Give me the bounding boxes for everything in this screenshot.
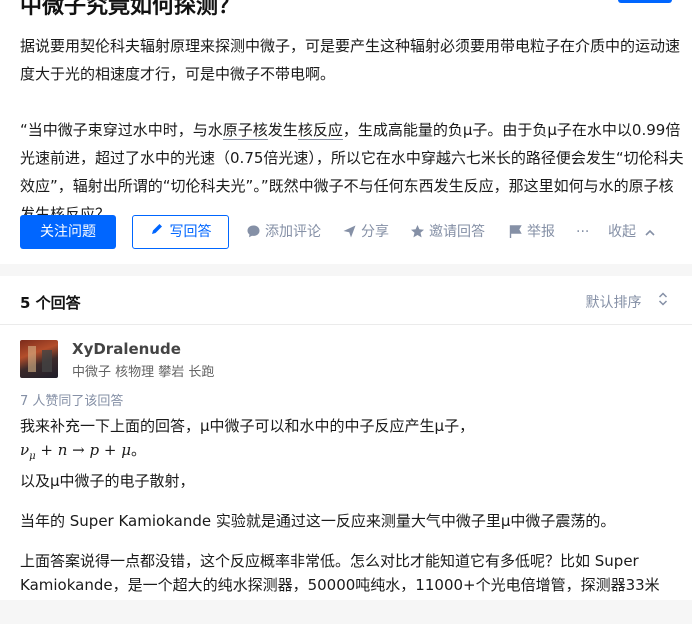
sort-chevron-icon: [658, 292, 668, 307]
question-card: 中微子究竟如何探测？ 据说要用契伦科夫辐射原理来探测中微子，可是要产生这种辐射必…: [0, 0, 692, 264]
invite-answer-label: 邀请回答: [429, 224, 485, 240]
share-icon: [343, 225, 356, 238]
answers-card: 5 个回答 默认排序 XyDralenude 中微子 核物理 攀岩 长跑 7 人…: [0, 276, 692, 624]
answer-paragraph: 我来补充一下上面的回答，μ中微子可以和水中的中子反应产生μ子，: [20, 417, 475, 435]
answer-count: 5 个回答: [20, 294, 81, 312]
formula-rest: + n → p + μ: [35, 441, 131, 459]
answer-paragraph: 以及μ中微子的电子散射，: [20, 472, 195, 490]
question-body: 据说要用契伦科夫辐射原理来探测中微子，可是要产生这种辐射必须要用带电粒子在介质中…: [20, 32, 686, 228]
add-comment-label: 添加评论: [265, 224, 321, 240]
answer-formula: νμ + n → p + μ。: [20, 438, 680, 469]
formula-end: 。: [130, 441, 146, 459]
answer-content: 我来补充一下上面的回答，μ中微子可以和水中的中子反应产生μ子， νμ + n →…: [20, 414, 680, 621]
avatar[interactable]: [20, 340, 58, 378]
author-bio: 中微子 核物理 攀岩 长跑: [72, 365, 215, 380]
topic-link-nucleus[interactable]: 原子核: [222, 121, 268, 140]
report-label: 举报: [527, 224, 555, 240]
vote-count[interactable]: 7 人赞同了该回答: [20, 390, 123, 409]
pen-icon: [150, 216, 164, 248]
invite-answer-button[interactable]: 邀请回答: [410, 215, 485, 249]
bottom-edge: [0, 600, 692, 624]
collapse-button[interactable]: 收起: [608, 215, 656, 249]
author-name[interactable]: XyDralenude: [72, 340, 181, 358]
comment-icon: [247, 225, 260, 238]
question-actions: 关注问题 写回答 添加评论 分享 邀请回答 举报 ··· 收起: [20, 215, 680, 249]
follow-question-button[interactable]: 关注问题: [20, 215, 116, 249]
collapse-label: 收起: [608, 224, 636, 240]
add-comment-button[interactable]: 添加评论: [246, 215, 321, 249]
topic-link-nuclear-reaction[interactable]: 核反应: [297, 121, 343, 140]
formula-nu: ν: [20, 441, 30, 459]
question-paragraph-2: “当中微子束穿过水中时，与水原子核发生核反应，生成高能量的负μ子。由于负μ子在水…: [20, 116, 686, 228]
divider: [0, 324, 692, 325]
report-button[interactable]: 举报: [508, 215, 555, 249]
question-paragraph-1: 据说要用契伦科夫辐射原理来探测中微子，可是要产生这种辐射必须要用带电粒子在介质中…: [20, 37, 681, 83]
star-icon: [411, 225, 424, 238]
question-text: “当中微子束穿过水中时，与水: [20, 121, 223, 139]
more-options-button[interactable]: ···: [576, 215, 589, 249]
answer-paragraph: 当年的 Super Kamiokande 实验就是通过这一反应来测量大气中微子里…: [20, 512, 616, 530]
chevron-up-icon: [645, 229, 656, 236]
sort-dropdown[interactable]: 默认排序: [586, 292, 668, 312]
question-text: 发生: [267, 121, 298, 139]
write-answer-label: 写回答: [169, 224, 212, 240]
share-button[interactable]: 分享: [342, 215, 389, 249]
flag-icon: [509, 225, 522, 238]
question-title: 中微子究竟如何探测？: [20, 0, 241, 19]
write-answer-button[interactable]: 写回答: [132, 215, 229, 249]
share-label: 分享: [361, 224, 389, 240]
sort-label: 默认排序: [585, 295, 642, 311]
